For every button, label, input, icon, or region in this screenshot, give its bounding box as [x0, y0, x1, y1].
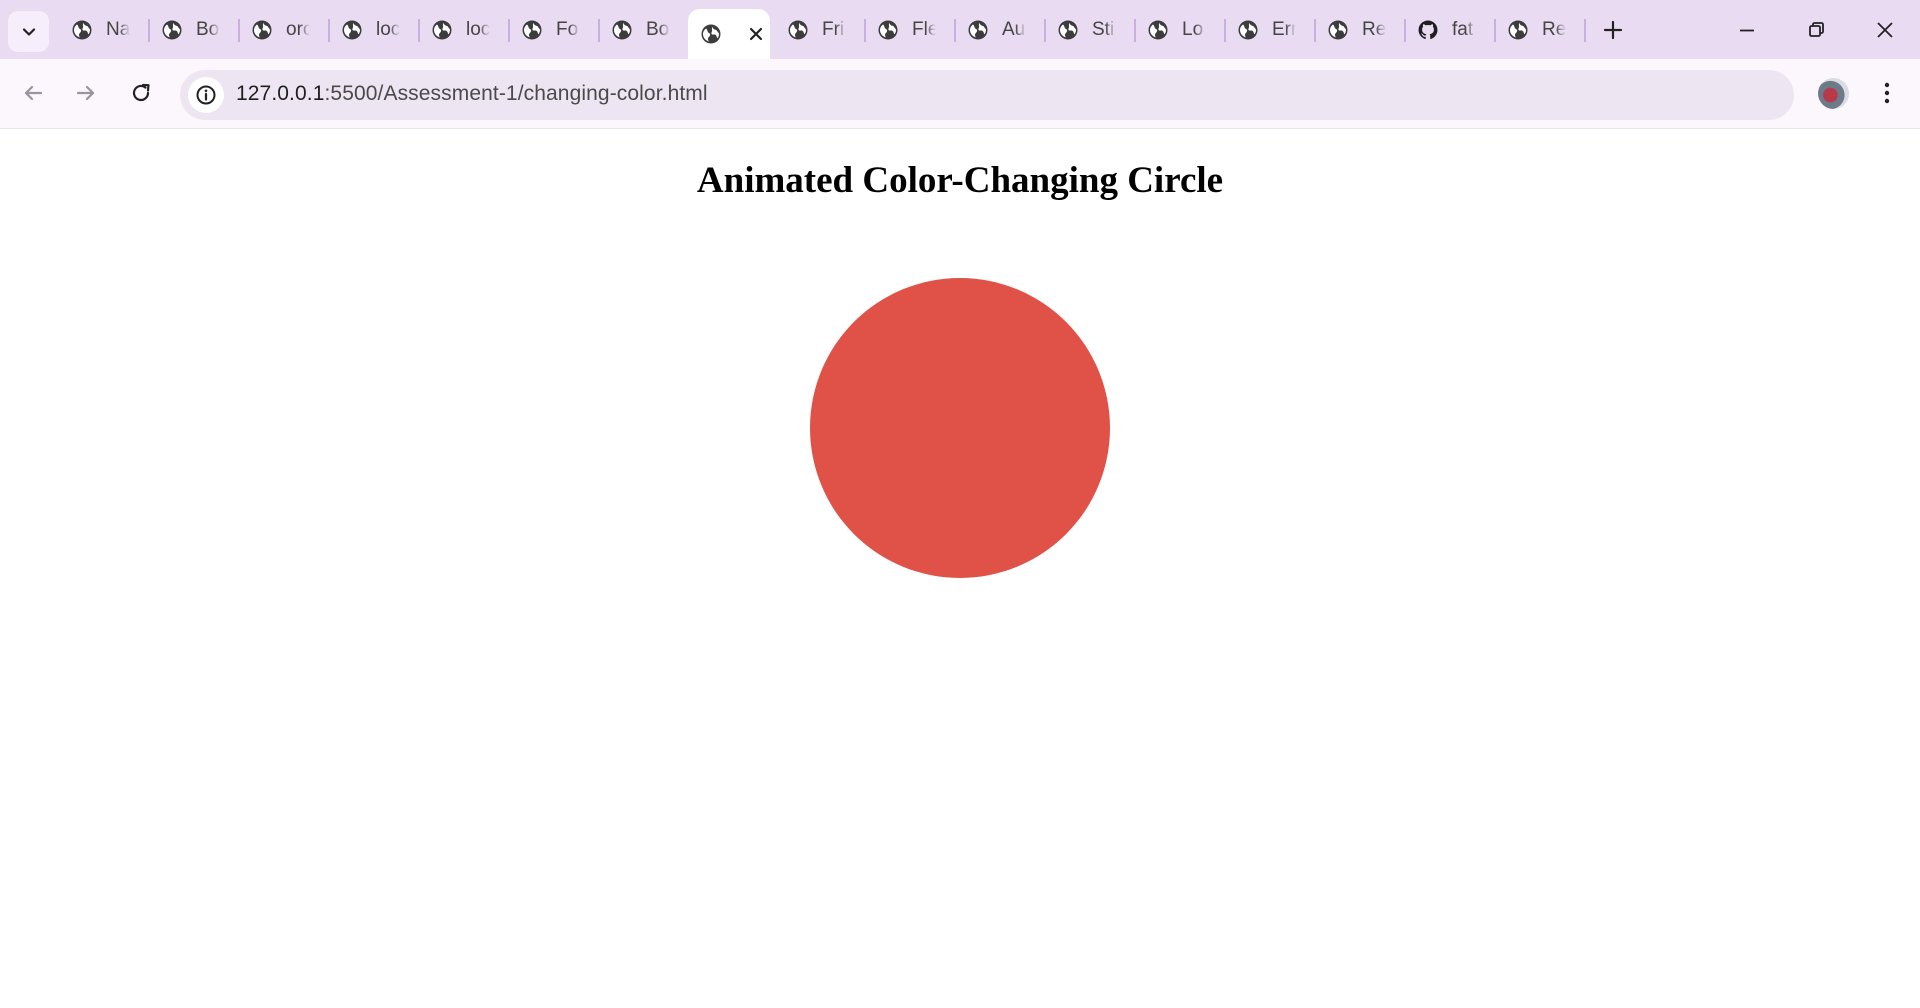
globe-icon [251, 19, 273, 41]
tab-title: Re [1362, 19, 1386, 40]
tab[interactable]: Re [1496, 9, 1586, 51]
globe-icon [1327, 19, 1349, 41]
info-icon [196, 85, 216, 105]
globe-icon [161, 19, 183, 41]
tab[interactable]: Err [1226, 9, 1316, 51]
tab[interactable]: Na [60, 9, 150, 51]
url-path: :5500/Assessment-1/changing-color.html [324, 82, 708, 105]
address-bar[interactable]: 127.0.0.1:5500/Assessment-1/changing-col… [180, 70, 1794, 120]
chevron-down-icon [22, 27, 35, 36]
tab[interactable]: fat [1406, 9, 1496, 51]
globe-icon [521, 19, 543, 41]
tab[interactable]: Fo [510, 9, 600, 51]
globe-icon [1147, 19, 1169, 41]
tab[interactable]: loc [330, 9, 420, 51]
tab[interactable]: Bo [150, 9, 240, 51]
tab[interactable]: Fle [866, 9, 956, 51]
tab-active[interactable] [688, 9, 770, 59]
tab-title: orc [286, 19, 310, 40]
tab-title: Fo [556, 19, 579, 40]
tab-strip: Na Bo orc loc loc Fo Bo Fri Fle Au Sti Lo Err Re fat Re [0, 0, 1920, 59]
profile-avatar[interactable] [1818, 78, 1849, 109]
tab-title: Bo [646, 19, 670, 40]
tab[interactable]: Sti [1046, 9, 1136, 51]
reload-button[interactable] [127, 79, 155, 107]
tab-title: Fle [912, 19, 936, 40]
tab[interactable]: Fri [776, 9, 866, 51]
tab-title: loc [376, 19, 400, 40]
page-viewport: Animated Color-Changing Circle [0, 130, 1920, 1008]
tab[interactable]: Bo [600, 9, 690, 51]
globe-icon [967, 19, 989, 41]
site-info-button[interactable] [188, 77, 224, 113]
tab-list: Na Bo orc loc loc Fo Bo Fri Fle Au Sti Lo Err Re fat Re [60, 9, 1586, 59]
tab[interactable]: Re [1316, 9, 1406, 51]
tab[interactable]: orc [240, 9, 330, 51]
tab-title: Na [106, 19, 130, 40]
page-title: Animated Color-Changing Circle [696, 160, 1224, 201]
globe-icon [431, 19, 453, 41]
globe-icon [877, 19, 899, 41]
url-text[interactable]: 127.0.0.1:5500/Assessment-1/changing-col… [236, 82, 708, 106]
github-icon [1417, 19, 1439, 41]
minimize-button[interactable] [1733, 16, 1761, 44]
tab-title: Bo [196, 19, 220, 40]
tab-title: Au [1002, 19, 1026, 40]
kebab-menu-icon[interactable] [1874, 79, 1900, 107]
restore-button[interactable] [1802, 16, 1830, 44]
browser-toolbar: 127.0.0.1:5500/Assessment-1/changing-col… [0, 59, 1920, 129]
forward-button[interactable] [72, 79, 100, 107]
tab-title: Fri [822, 19, 845, 40]
close-tab-icon[interactable] [745, 23, 767, 45]
globe-icon [341, 19, 363, 41]
tab-title: Lo [1182, 19, 1204, 40]
tab[interactable]: loc [420, 9, 510, 51]
globe-icon [700, 23, 722, 45]
tab-title: Re [1542, 19, 1566, 40]
close-window-button[interactable] [1871, 16, 1899, 44]
globe-icon [1507, 19, 1529, 41]
globe-icon [611, 19, 633, 41]
globe-icon [71, 19, 93, 41]
tab[interactable]: Lo [1136, 9, 1226, 51]
globe-icon [1057, 19, 1079, 41]
globe-icon [1237, 19, 1259, 41]
tab-title: loc [466, 19, 490, 40]
tab[interactable]: Au [956, 9, 1046, 51]
globe-icon [787, 19, 809, 41]
tab-title: Err [1272, 19, 1296, 40]
new-tab-button[interactable] [1601, 18, 1625, 42]
tab-title: fat [1452, 19, 1474, 40]
url-host: 127.0.0.1 [236, 82, 325, 105]
color-circle [810, 278, 1110, 578]
tab-title: Sti [1092, 19, 1115, 40]
back-button[interactable] [19, 79, 47, 107]
tab-search-button[interactable] [8, 11, 49, 52]
